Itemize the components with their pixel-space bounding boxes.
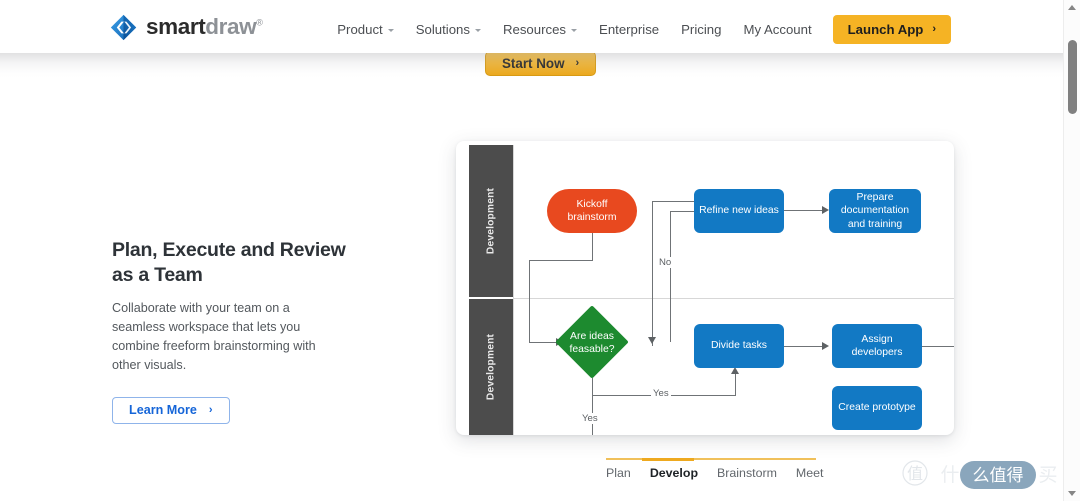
flowchart-canvas: Development Development Kickoff brainsto… — [456, 141, 954, 435]
site-watermark: 值 什 买 么值得 — [902, 460, 1058, 489]
feature-title: Plan, Execute and Review as a Team — [112, 239, 346, 286]
brand-trademark: ® — [256, 17, 263, 28]
connector-assign-right — [922, 346, 954, 348]
scroll-down-arrow-icon[interactable] — [1068, 491, 1076, 496]
tabs-baseline — [606, 458, 816, 460]
svg-text:值: 值 — [907, 464, 923, 483]
nav-item-my-account[interactable]: My Account — [732, 15, 822, 44]
chevron-right-icon: › — [208, 404, 213, 417]
connector-yes-riser — [735, 373, 737, 396]
connector-no-down — [652, 299, 654, 342]
svg-text:什: 什 — [940, 464, 959, 486]
brand-word-smart: smart — [146, 14, 206, 40]
lane-border — [513, 145, 514, 435]
feature-description: Collaborate with your team on a seamless… — [112, 300, 316, 373]
feature-copy-block: Plan, Execute and Review as a Team Colla… — [112, 238, 370, 425]
connector-kickoff-left — [529, 260, 593, 262]
connector-yes-down — [592, 378, 594, 396]
connector-divide-to-assign — [784, 346, 826, 348]
swimlane-label: Development — [485, 333, 497, 401]
tab-brainstorm[interactable]: Brainstorm — [717, 458, 777, 480]
scroll-up-arrow-icon[interactable] — [1068, 5, 1076, 10]
flow-node-label-wrap: Are ideas feasable? — [556, 331, 628, 355]
flow-node-divide-tasks[interactable]: Divide tasks — [694, 324, 784, 368]
flow-node-label: Refine new ideas — [699, 205, 779, 217]
smartdraw-diamond-logo-icon — [110, 14, 137, 41]
connector-into-feasable — [529, 342, 556, 344]
nav-item-resources[interactable]: Resources — [492, 15, 588, 44]
scrollbar-thumb[interactable] — [1067, 40, 1077, 114]
site-header: smartdraw® Product Solutions Resources E… — [0, 2, 1063, 53]
connector-refine-to-prepare — [784, 210, 826, 212]
swimlane-header-development-2: Development — [469, 299, 513, 435]
arrowhead-no-down — [648, 337, 656, 344]
brand-logo[interactable]: smartdraw® — [110, 14, 263, 41]
tab-meet[interactable]: Meet — [796, 458, 824, 480]
edge-label-yes-right: Yes — [651, 388, 671, 399]
flow-node-prepare-documentation[interactable]: Prepare documentation and training — [829, 189, 921, 233]
tab-plan[interactable]: Plan — [606, 458, 631, 480]
arrowhead-into-prepare — [822, 206, 829, 214]
flow-node-label: Prepare documentation and training — [840, 192, 910, 230]
svg-text:买: 买 — [1038, 464, 1057, 486]
tab-develop[interactable]: Develop — [650, 458, 698, 480]
nav-item-solutions[interactable]: Solutions — [405, 15, 492, 44]
learn-more-button[interactable]: Learn More › — [112, 397, 230, 425]
brand-wordmark: smartdraw® — [146, 14, 263, 40]
chevron-down-icon — [387, 29, 394, 32]
learn-more-label: Learn More — [129, 403, 197, 418]
arrowhead-into-divide — [731, 367, 739, 374]
connector-branch-riser — [670, 211, 672, 342]
chevron-right-icon: › — [932, 23, 936, 35]
swimlane-label: Development — [485, 187, 497, 255]
flow-node-create-prototype[interactable]: Create prototype — [832, 386, 922, 430]
flow-node-label: Create prototype — [838, 402, 916, 414]
arrowhead-into-assign — [822, 342, 829, 350]
flow-node-label: Assign developers — [851, 333, 903, 358]
feature-tabs: Plan Develop Brainstorm Meet — [606, 458, 823, 480]
flow-node-assign-developers[interactable]: Assign developers — [832, 324, 922, 368]
nav-item-enterprise[interactable]: Enterprise — [588, 15, 670, 44]
flow-node-kickoff-brainstorm[interactable]: Kickoff brainstorm — [547, 189, 637, 233]
start-now-label: Start Now — [502, 55, 565, 71]
edge-label-yes-down: Yes — [580, 413, 600, 424]
nav-item-solutions-label: Solutions — [415, 22, 470, 37]
main-navigation: Product Solutions Resources Enterprise P… — [326, 15, 951, 44]
connector-kickoff-to-feasable — [529, 260, 531, 342]
page-root: smartdraw® Product Solutions Resources E… — [0, 0, 1080, 501]
chevron-down-icon — [571, 29, 578, 32]
flow-node-label: Are ideas feasable? — [569, 330, 615, 355]
flow-node-refine-new-ideas[interactable]: Refine new ideas — [694, 189, 784, 233]
flow-node-label: Kickoff brainstorm — [567, 198, 617, 223]
start-now-button[interactable]: Start Now › — [485, 51, 597, 76]
nav-item-pricing[interactable]: Pricing — [670, 15, 732, 44]
vertical-scrollbar[interactable] — [1063, 0, 1080, 501]
chevron-down-icon — [474, 29, 481, 32]
edge-label-no: No — [657, 257, 674, 268]
watermark-badge-text: 么值得 — [973, 466, 1024, 486]
connector-kickoff-down — [592, 233, 594, 261]
tabs-row: Plan Develop Brainstorm Meet — [606, 458, 823, 480]
flow-node-label: Divide tasks — [710, 340, 767, 352]
nav-item-resources-label: Resources — [502, 22, 567, 37]
nav-item-product-label: Product — [337, 22, 383, 37]
swimlane-header-development-1: Development — [469, 145, 513, 297]
nav-item-product[interactable]: Product — [326, 15, 404, 44]
diagram-card[interactable]: Development Development Kickoff brainsto… — [456, 141, 954, 435]
launch-app-button[interactable]: Launch App › — [832, 15, 951, 44]
brand-word-draw: draw — [205, 14, 257, 40]
launch-app-label: Launch App — [847, 22, 924, 37]
lane-divider — [513, 298, 954, 299]
chevron-right-icon: › — [575, 57, 580, 69]
connector-branch-into-refine — [670, 211, 694, 213]
